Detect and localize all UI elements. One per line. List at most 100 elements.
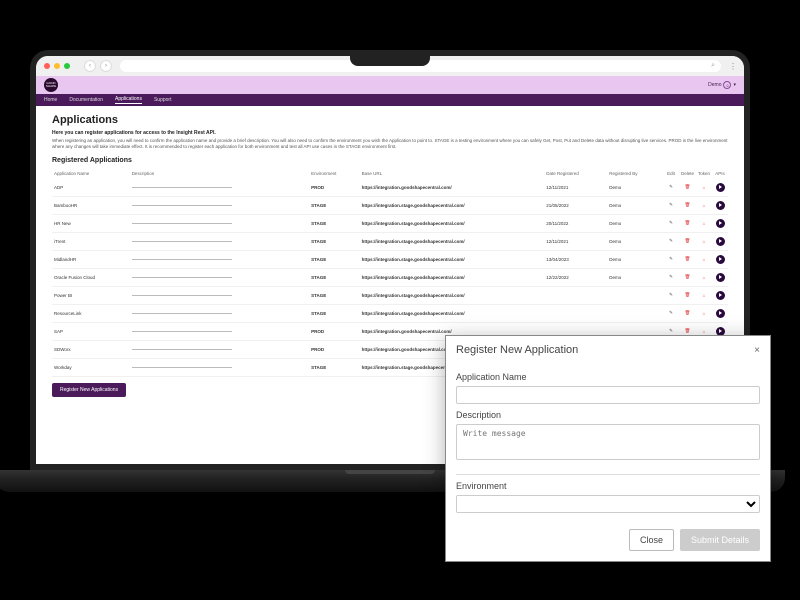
edit-icon[interactable]: ✎ (667, 309, 675, 317)
cell-url: https://integration.stage.goodshapecentr… (360, 268, 545, 286)
apis-play-icon[interactable] (716, 273, 725, 282)
cell-url: https://integration.stage.goodshapecentr… (360, 232, 545, 250)
token-icon[interactable]: ⌂ (700, 327, 708, 335)
edit-icon[interactable]: ✎ (667, 237, 675, 245)
environment-select[interactable] (456, 495, 760, 513)
back-button[interactable]: ‹ (84, 60, 96, 72)
submit-details-button[interactable]: Submit Details (680, 529, 760, 551)
delete-icon[interactable]: 🗑 (683, 201, 691, 209)
edit-icon[interactable]: ✎ (667, 327, 675, 335)
cell-desc[interactable] (130, 250, 309, 268)
cell-date (544, 286, 607, 304)
edit-icon[interactable]: ✎ (667, 201, 675, 209)
table-row: Power BISTAGEhttps://integration.stage.g… (52, 286, 728, 304)
nav-applications[interactable]: Applications (115, 96, 142, 104)
cell-name: ResourceLink (52, 304, 130, 322)
table-row: BambooHRSTAGEhttps://integration.stage.g… (52, 196, 728, 214)
cell-env: STAGE (309, 250, 359, 268)
modal-title: Register New Application (456, 344, 578, 356)
token-icon[interactable]: ⌂ (700, 237, 708, 245)
window-max-dot[interactable] (64, 63, 70, 69)
cell-by: Demo (607, 268, 663, 286)
user-menu[interactable]: Demo ☺ ▾ (708, 81, 736, 89)
description-input[interactable] (456, 424, 760, 460)
edit-icon[interactable]: ✎ (667, 255, 675, 263)
search-icon: ⌕ (711, 62, 715, 70)
modal-close-button[interactable]: Close (629, 529, 674, 551)
cell-by: Demo (607, 232, 663, 250)
col-by: Registered By (607, 168, 663, 179)
cell-desc[interactable] (130, 268, 309, 286)
edit-icon[interactable]: ✎ (667, 183, 675, 191)
edit-icon[interactable]: ✎ (667, 273, 675, 281)
cell-env: STAGE (309, 232, 359, 250)
apis-play-icon[interactable] (716, 291, 725, 300)
section-title: Registered Applications (52, 157, 728, 164)
nav-documentation[interactable]: Documentation (69, 97, 103, 104)
delete-icon[interactable]: 🗑 (683, 291, 691, 299)
table-row: Oracle Fusion CloudSTAGEhttps://integrat… (52, 268, 728, 286)
cell-name: SAP (52, 322, 130, 340)
delete-icon[interactable]: 🗑 (683, 255, 691, 263)
apis-play-icon[interactable] (716, 255, 725, 264)
environment-label: Environment (456, 481, 760, 491)
cell-by (607, 304, 663, 322)
cell-name: Workday (52, 358, 130, 376)
token-icon[interactable]: ⌂ (700, 219, 708, 227)
apis-play-icon[interactable] (716, 237, 725, 246)
app-name-input[interactable] (456, 386, 760, 404)
delete-icon[interactable]: 🗑 (683, 327, 691, 335)
cell-desc[interactable] (130, 179, 309, 197)
apis-play-icon[interactable] (716, 201, 725, 210)
register-new-button[interactable]: Register New Applications (52, 383, 126, 397)
cell-date: 13/04/2023 (544, 250, 607, 268)
browser-menu-icon[interactable]: ⋮ (729, 62, 736, 71)
col-desc: Description (130, 168, 309, 179)
delete-icon[interactable]: 🗑 (683, 309, 691, 317)
col-env: Environment (309, 168, 359, 179)
app-topbar: GOOD SHAPE Demo ☺ ▾ (36, 76, 744, 94)
cell-desc[interactable] (130, 304, 309, 322)
cell-by: Demo (607, 179, 663, 197)
main-nav: Home Documentation Applications Support (36, 94, 744, 106)
apis-play-icon[interactable] (716, 309, 725, 318)
cell-date: 20/11/2022 (544, 214, 607, 232)
cell-env: STAGE (309, 214, 359, 232)
cell-desc[interactable] (130, 214, 309, 232)
col-name: Application Name (52, 168, 130, 179)
token-icon[interactable]: ⌂ (700, 201, 708, 209)
delete-icon[interactable]: 🗑 (683, 237, 691, 245)
cell-desc[interactable] (130, 358, 309, 376)
cell-desc[interactable] (130, 286, 309, 304)
nav-home[interactable]: Home (44, 97, 57, 104)
delete-icon[interactable]: 🗑 (683, 219, 691, 227)
cell-desc[interactable] (130, 196, 309, 214)
edit-icon[interactable]: ✎ (667, 291, 675, 299)
apis-play-icon[interactable] (716, 219, 725, 228)
cell-name: iTrent (52, 232, 130, 250)
apis-play-icon[interactable] (716, 183, 725, 192)
close-icon[interactable]: × (754, 345, 760, 356)
cell-name: Oracle Fusion Cloud (52, 268, 130, 286)
window-close-dot[interactable] (44, 63, 50, 69)
token-icon[interactable]: ⌂ (700, 273, 708, 281)
token-icon[interactable]: ⌂ (700, 309, 708, 317)
token-icon[interactable]: ⌂ (700, 183, 708, 191)
cell-name: BambooHR (52, 196, 130, 214)
cell-url: https://integration.stage.goodshapecentr… (360, 250, 545, 268)
logo[interactable]: GOOD SHAPE (44, 78, 58, 92)
forward-button[interactable]: › (100, 60, 112, 72)
edit-icon[interactable]: ✎ (667, 219, 675, 227)
cell-name: HR New (52, 214, 130, 232)
col-apis: APIs (712, 168, 728, 179)
token-icon[interactable]: ⌂ (700, 255, 708, 263)
cell-desc[interactable] (130, 340, 309, 358)
cell-desc[interactable] (130, 322, 309, 340)
window-min-dot[interactable] (54, 63, 60, 69)
delete-icon[interactable]: 🗑 (683, 273, 691, 281)
nav-support[interactable]: Support (154, 97, 172, 104)
token-icon[interactable]: ⌂ (700, 291, 708, 299)
delete-icon[interactable]: 🗑 (683, 183, 691, 191)
cell-desc[interactable] (130, 232, 309, 250)
user-icon: ☺ (723, 81, 731, 89)
